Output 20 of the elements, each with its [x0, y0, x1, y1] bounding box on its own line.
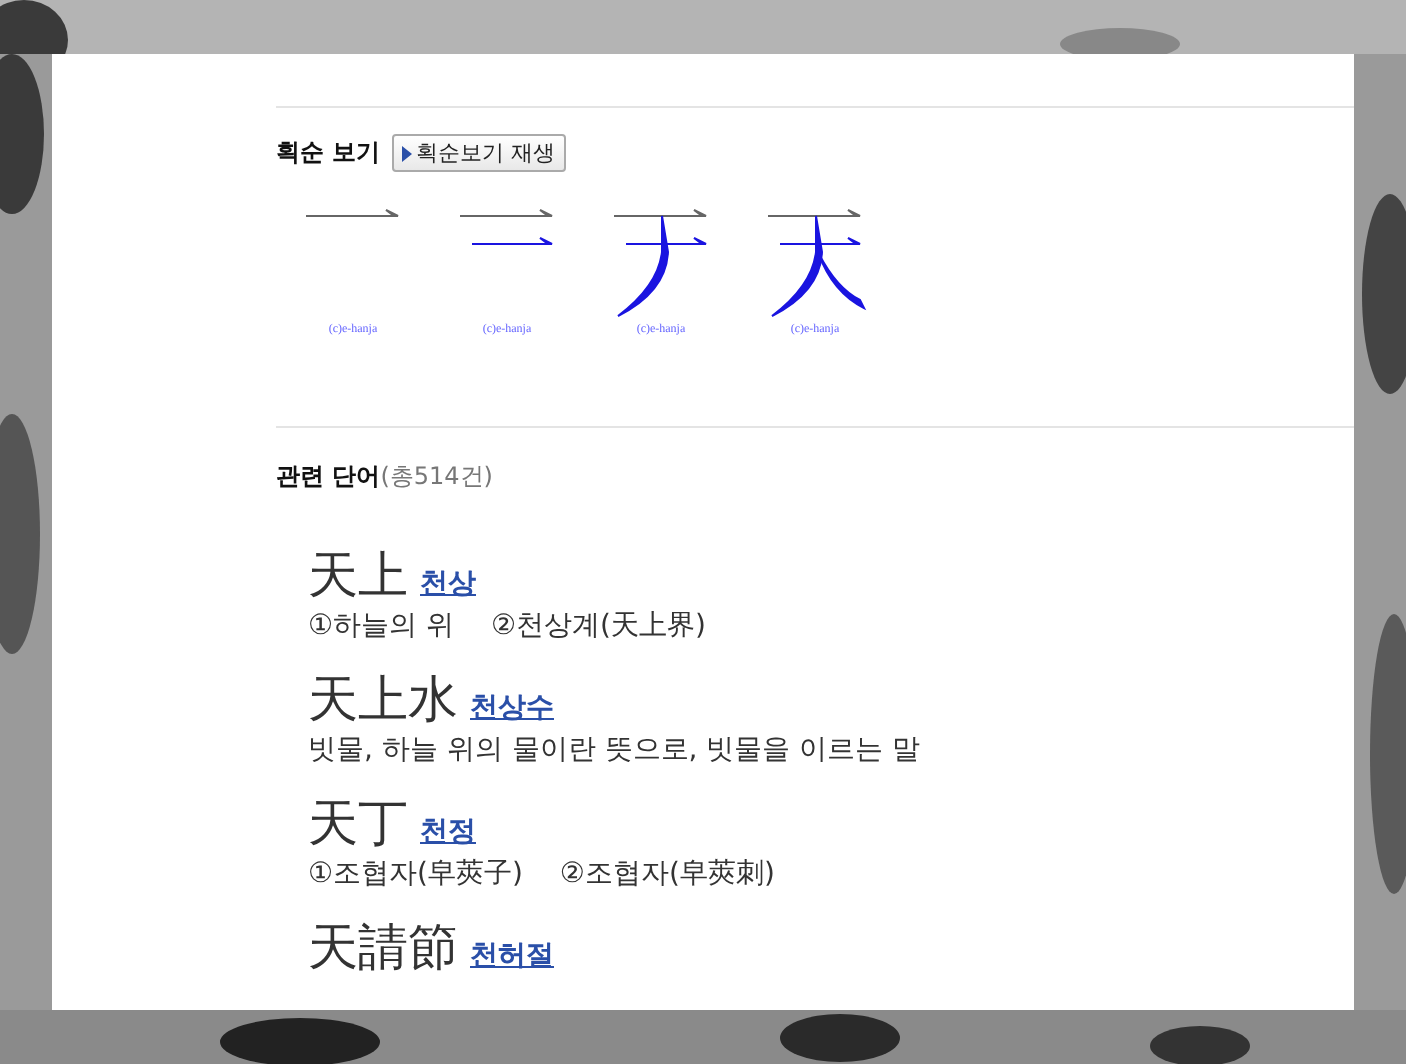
- section-title: 획순 보기: [276, 136, 381, 170]
- hanja-word: 天上: [308, 546, 408, 606]
- reading-link[interactable]: 천상: [420, 566, 476, 602]
- word-meaning: 빗물, 하늘 위의 물이란 뜻으로, 빗물을 이르는 말: [308, 732, 923, 770]
- hanja-word: 天上水: [308, 670, 458, 730]
- play-button[interactable]: 획순보기 재생: [392, 134, 566, 172]
- word-meaning: ①하늘의 위 ②천상계(天上界): [308, 608, 708, 646]
- stroke-order-drawing: [458, 209, 552, 245]
- word-meaning: ①조협자(皁莢子) ②조협자(皁莢刺): [308, 856, 777, 894]
- reading-link[interactable]: 천상수: [470, 690, 554, 726]
- stroke-order-drawing: [612, 209, 706, 317]
- word-count: (총514건): [380, 460, 493, 494]
- reading-link[interactable]: 천정: [420, 814, 476, 850]
- play-icon: [402, 145, 413, 161]
- section-title: 관련 단어: [276, 460, 381, 494]
- hanja-word: 天丁: [308, 794, 408, 854]
- stroke-order-drawing: [304, 209, 398, 217]
- hanja-word: 天請節: [308, 918, 458, 978]
- reading-link[interactable]: 천허절: [470, 938, 554, 974]
- stroke-order-drawing: [766, 209, 864, 317]
